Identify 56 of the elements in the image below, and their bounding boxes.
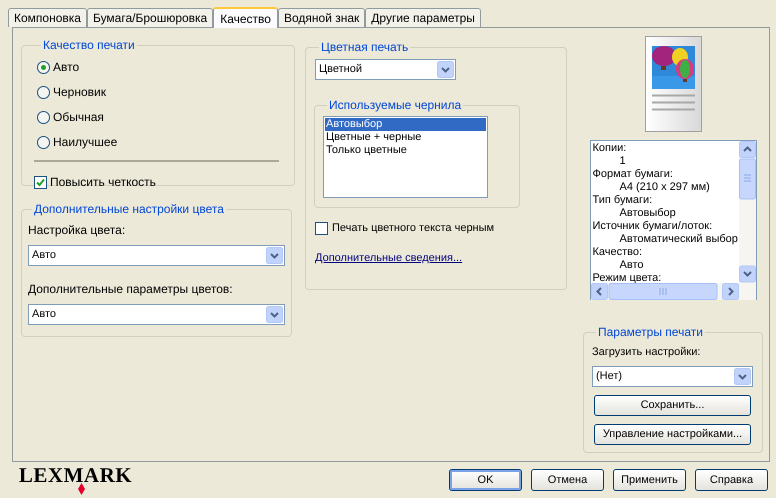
- dropdown[interactable]: Цветной: [315, 59, 456, 80]
- dropdown[interactable]: Авто: [28, 304, 285, 325]
- radio-label[interactable]: Черновик: [53, 83, 106, 101]
- more-info-link[interactable]: Дополнительные сведения...: [315, 250, 462, 266]
- radio-button[interactable]: [37, 60, 50, 74]
- summary-text: Автоматический выбор: [618, 233, 738, 246]
- radio-button[interactable]: [37, 86, 50, 98]
- list-item[interactable]: Только цветные: [325, 144, 486, 157]
- button[interactable]: Управление настройками...: [594, 424, 751, 444]
- summary-text: Качество:: [592, 246, 644, 259]
- radio-label[interactable]: Обычная: [53, 108, 104, 126]
- radio-button[interactable]: [37, 136, 50, 148]
- diamond-icon: [78, 483, 85, 495]
- tab[interactable]: Водяной знак: [278, 8, 366, 27]
- field-label: Дополнительные параметры цветов:: [28, 281, 234, 298]
- summary-text: Тип бумаги:: [592, 194, 654, 207]
- group-title: Параметры печати: [597, 324, 704, 341]
- group-title: Дополнительные настройки цвета: [33, 201, 225, 218]
- group-title: Качество печати: [42, 37, 136, 54]
- list-item[interactable]: Автовыбор: [325, 118, 486, 131]
- tab[interactable]: Компоновка: [8, 8, 87, 27]
- horizontal-scrollbar[interactable]: [590, 283, 756, 300]
- summary-text: Автовыбор: [618, 207, 677, 220]
- summary-text: Копии:: [592, 142, 628, 155]
- button[interactable]: Сохранить...: [594, 394, 751, 416]
- button[interactable]: Применить: [613, 469, 686, 491]
- radio-label[interactable]: Авто: [53, 58, 80, 76]
- field-label: Настройка цвета:: [28, 222, 126, 239]
- summary-text: Источник бумаги/лоток:: [592, 220, 714, 233]
- summary-text: Режим цвета:: [592, 272, 662, 283]
- summary-text: Авто: [618, 259, 644, 272]
- button[interactable]: Отмена: [531, 469, 604, 491]
- tab[interactable]: Бумага/Брошюровка: [86, 8, 214, 27]
- summary-text: Формат бумаги:: [592, 168, 674, 181]
- list-item[interactable]: Цветные + черные: [325, 131, 486, 144]
- radio-button[interactable]: [37, 110, 50, 124]
- dropdown[interactable]: Авто: [28, 245, 285, 266]
- vertical-scrollbar[interactable]: [738, 141, 756, 283]
- checkbox-label[interactable]: Повысить четкость: [50, 173, 156, 191]
- logo-text: LEXMARK: [18, 465, 132, 485]
- dropdown[interactable]: (Нет): [592, 366, 753, 386]
- group-title: Цветная печать: [320, 39, 410, 56]
- text-lines-icon: [652, 94, 694, 111]
- summary-text: 1: [618, 155, 627, 168]
- ink-listbox[interactable]: Автовыбор Цветные + черные Только цветные: [323, 116, 488, 198]
- checkbox[interactable]: [315, 222, 328, 235]
- button[interactable]: OK: [449, 469, 522, 491]
- summary-text: A4 (210 x 297 мм): [618, 181, 711, 194]
- group-title: Используемые чернила: [328, 97, 462, 114]
- tab[interactable]: Другие параметры: [365, 8, 481, 27]
- checkbox-label[interactable]: Печать цветного текста черным: [332, 220, 494, 236]
- checkbox[interactable]: [34, 176, 47, 188]
- button[interactable]: Справка: [695, 469, 768, 491]
- field-label: Загрузить настройки:: [592, 345, 702, 360]
- tab[interactable]: Качество: [213, 7, 278, 28]
- radio-label[interactable]: Наилучшее: [53, 133, 118, 151]
